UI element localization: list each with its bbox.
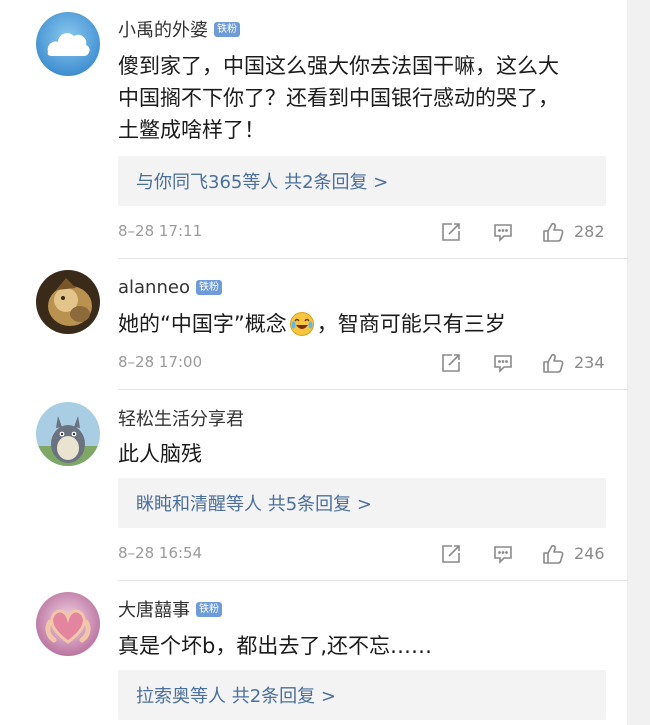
timestamp: 8–28 16:54 <box>118 544 203 562</box>
like-count: 282 <box>574 222 605 241</box>
comment-text-line: 此人脑残 <box>118 442 202 466</box>
comment-icon[interactable] <box>492 221 514 243</box>
username[interactable]: 大唐囍事 <box>118 596 190 622</box>
comment-text-line: 真是个坏b，都出去了,还不忘…… <box>118 634 433 658</box>
username[interactable]: 轻松生活分享君 <box>118 405 244 431</box>
reply-link[interactable]: 与你同飞365等人 共2条回复 > <box>136 168 388 194</box>
comment-header: alanneo 铁粉 <box>118 274 222 300</box>
avatar[interactable] <box>36 402 100 466</box>
timestamp: 8–28 17:00 <box>118 353 203 371</box>
comment-text-part: ，智商可能只有三岁 <box>316 312 506 336</box>
avatar[interactable] <box>36 592 100 656</box>
divider <box>118 580 628 581</box>
divider <box>118 389 628 390</box>
comment-text-line: 土鳖成啥样了！ <box>118 118 265 142</box>
username[interactable]: alanneo <box>118 277 190 298</box>
reply-link[interactable]: 眯盹和清醒等人 共5条回复 > <box>136 490 372 516</box>
reply-link[interactable]: 拉索奥等人 共2条回复 > <box>136 682 336 708</box>
reply-summary[interactable]: 与你同飞365等人 共2条回复 > <box>118 156 606 206</box>
divider <box>118 258 628 259</box>
fan-badge: 铁粉 <box>195 279 222 295</box>
like-icon[interactable] <box>542 221 564 243</box>
comment-header: 小禹的外婆 铁粉 <box>118 16 240 42</box>
comment-text-line: 傻到家了，中国这么强大你去法国干嘛，这么大 <box>118 54 559 78</box>
comment-text: 此人脑残 <box>118 438 608 470</box>
avatar[interactable] <box>36 270 100 334</box>
like-count: 246 <box>574 544 605 563</box>
repost-icon[interactable] <box>440 221 462 243</box>
avatar[interactable] <box>36 12 100 76</box>
comment-text-line: 中国搁不下你了？还看到中国银行感动的哭了， <box>118 86 559 110</box>
comment-icon[interactable] <box>492 543 514 565</box>
timestamp: 8–28 17:11 <box>118 222 203 240</box>
repost-icon[interactable] <box>440 352 462 374</box>
reply-summary[interactable]: 眯盹和清醒等人 共5条回复 > <box>118 478 606 528</box>
comment-text-part: 她的“中国字”概念 <box>118 312 287 336</box>
right-edge-panel <box>627 0 650 725</box>
comment-meta: 8–28 17:11 282 <box>118 220 608 244</box>
repost-icon[interactable] <box>440 543 462 565</box>
comment-meta: 8–28 16:54 246 <box>118 542 608 566</box>
comment-text: 她的“中国字”概念 ，智商可能只有三岁 <box>118 308 608 340</box>
comment-icon[interactable] <box>492 352 514 374</box>
comment-header: 轻松生活分享君 <box>118 405 244 431</box>
comment-header: 大唐囍事 铁粉 <box>118 596 222 622</box>
fan-badge: 铁粉 <box>196 601 222 617</box>
username[interactable]: 小禹的外婆 <box>118 16 208 42</box>
laugh-cry-emoji <box>289 311 315 337</box>
comment-meta: 8–28 17:00 234 <box>118 351 608 375</box>
like-icon[interactable] <box>542 352 564 374</box>
like-icon[interactable] <box>542 543 564 565</box>
like-count: 234 <box>574 353 605 372</box>
comment-text: 真是个坏b，都出去了,还不忘…… <box>118 630 608 662</box>
reply-summary[interactable]: 拉索奥等人 共2条回复 > <box>118 670 606 720</box>
fan-badge: 铁粉 <box>214 21 240 37</box>
comment-text: 傻到家了，中国这么强大你去法国干嘛，这么大 中国搁不下你了？还看到中国银行感动的… <box>118 50 608 146</box>
